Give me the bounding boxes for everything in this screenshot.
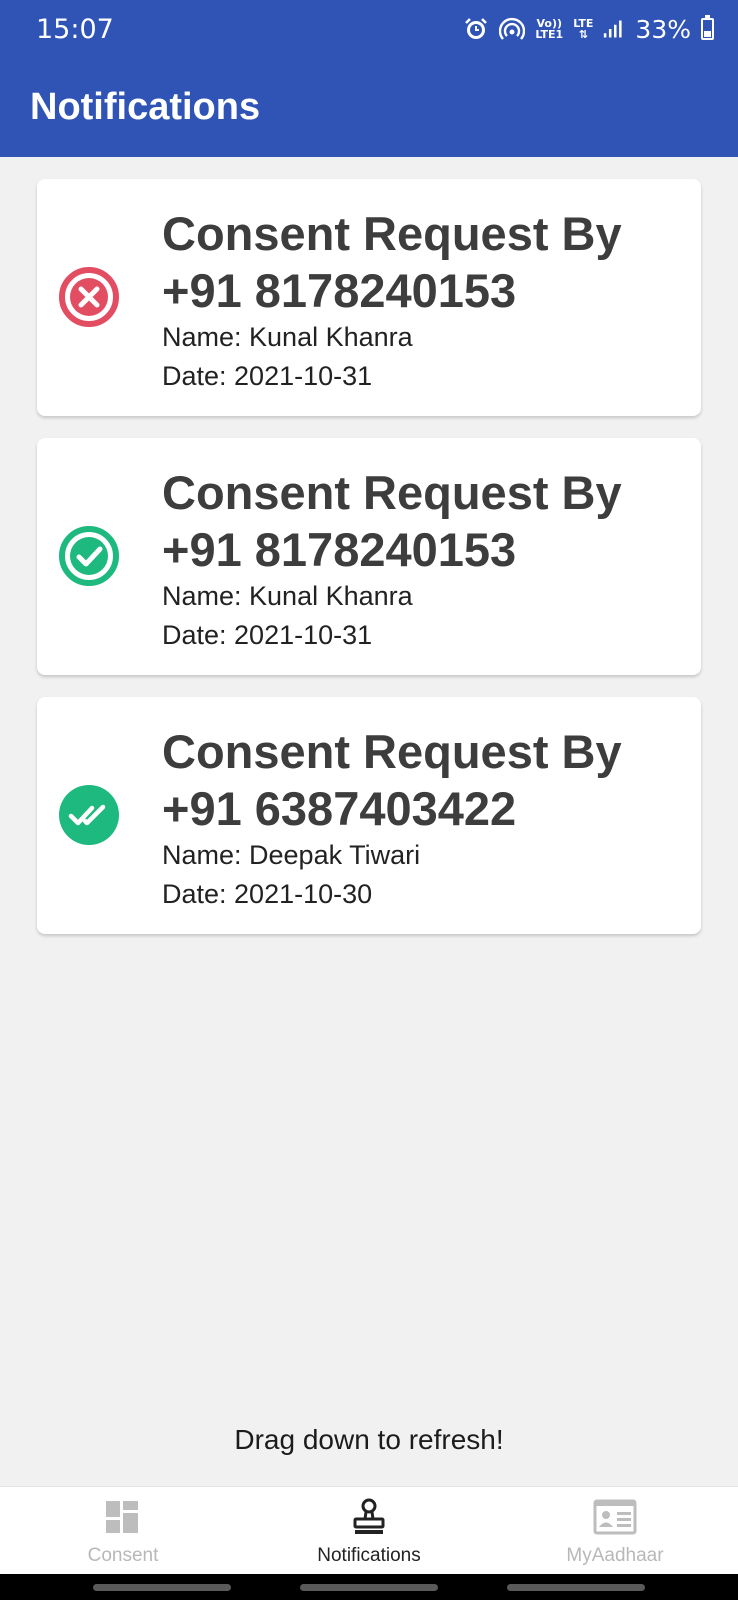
id-card-icon	[593, 1499, 637, 1535]
lte-label: LTE	[573, 17, 594, 30]
notification-name: Name: Kunal Khanra	[162, 581, 413, 611]
notification-date: Date: 2021-10-31	[162, 620, 373, 650]
notification-title: Consent Request By +91 8178240153	[162, 464, 682, 578]
notification-phone: +91 8178240153	[162, 264, 517, 317]
alarm-icon	[465, 18, 488, 39]
nav-item-consent[interactable]: Consent	[0, 1487, 246, 1575]
notification-title: Consent Request By +91 8178240153	[162, 205, 682, 319]
page-title: Notifications	[30, 86, 261, 128]
volte-sim-label: LTE1	[535, 28, 564, 41]
notification-card[interactable]: Consent Request By +91 8178240153 Name: …	[37, 179, 701, 416]
gesture-pill	[300, 1584, 438, 1591]
battery-icon	[701, 15, 714, 40]
hotspot-icon	[499, 17, 526, 40]
top-bar: 15:07 Vo)) LTE1 LTE ⇅ 33% Notifications	[0, 0, 738, 157]
notification-list: Consent Request By +91 8178240153 Name: …	[37, 179, 701, 956]
gesture-pill	[507, 1584, 645, 1591]
signal-icon	[604, 20, 623, 38]
nav-item-notifications[interactable]: Notifications	[246, 1487, 492, 1575]
notification-name: Name: Kunal Khanra	[162, 322, 413, 352]
nav-label-myaadhaar: MyAadhaar	[566, 1545, 664, 1566]
battery-percent: 33%	[635, 14, 691, 44]
double-check-icon	[59, 785, 119, 845]
status-bar: 15:07 Vo)) LTE1 LTE ⇅ 33%	[0, 0, 738, 58]
stamp-icon	[353, 1498, 385, 1534]
bottom-navigation: Consent Notifications MyAadhaar	[0, 1486, 738, 1574]
nav-label-notifications: Notifications	[317, 1545, 421, 1566]
x-circle-icon	[59, 267, 119, 327]
notification-title: Consent Request By +91 6387403422	[162, 723, 682, 837]
notification-date: Date: 2021-10-30	[162, 879, 373, 909]
notification-card[interactable]: Consent Request By +91 8178240153 Name: …	[37, 438, 701, 675]
notification-date: Date: 2021-10-31	[162, 361, 373, 391]
notification-phone: +91 6387403422	[162, 782, 517, 835]
notification-title-line: Consent Request By	[162, 207, 622, 260]
notification-name: Name: Deepak Tiwari	[162, 840, 421, 870]
volte-indicator: Vo)) LTE1	[535, 18, 563, 40]
notification-phone: +91 8178240153	[162, 523, 517, 576]
nav-label-consent: Consent	[87, 1545, 159, 1566]
gesture-pill	[93, 1584, 231, 1591]
notification-title-line: Consent Request By	[162, 466, 622, 519]
notification-title-line: Consent Request By	[162, 725, 622, 778]
app-root: 15:07 Vo)) LTE1 LTE ⇅ 33% Notifications …	[0, 0, 738, 1600]
dashboard-icon	[106, 1501, 138, 1533]
status-time: 15:07	[36, 14, 114, 45]
lte-indicator: LTE ⇅	[573, 17, 594, 41]
status-icons: Vo)) LTE1 LTE ⇅ 33%	[463, 14, 714, 44]
check-circle-icon	[59, 526, 119, 586]
refresh-hint: Drag down to refresh!	[234, 1424, 504, 1455]
nav-item-myaadhaar[interactable]: MyAadhaar	[492, 1487, 738, 1575]
notification-card[interactable]: Consent Request By +91 6387403422 Name: …	[37, 697, 701, 934]
gesture-bar	[0, 1574, 738, 1600]
